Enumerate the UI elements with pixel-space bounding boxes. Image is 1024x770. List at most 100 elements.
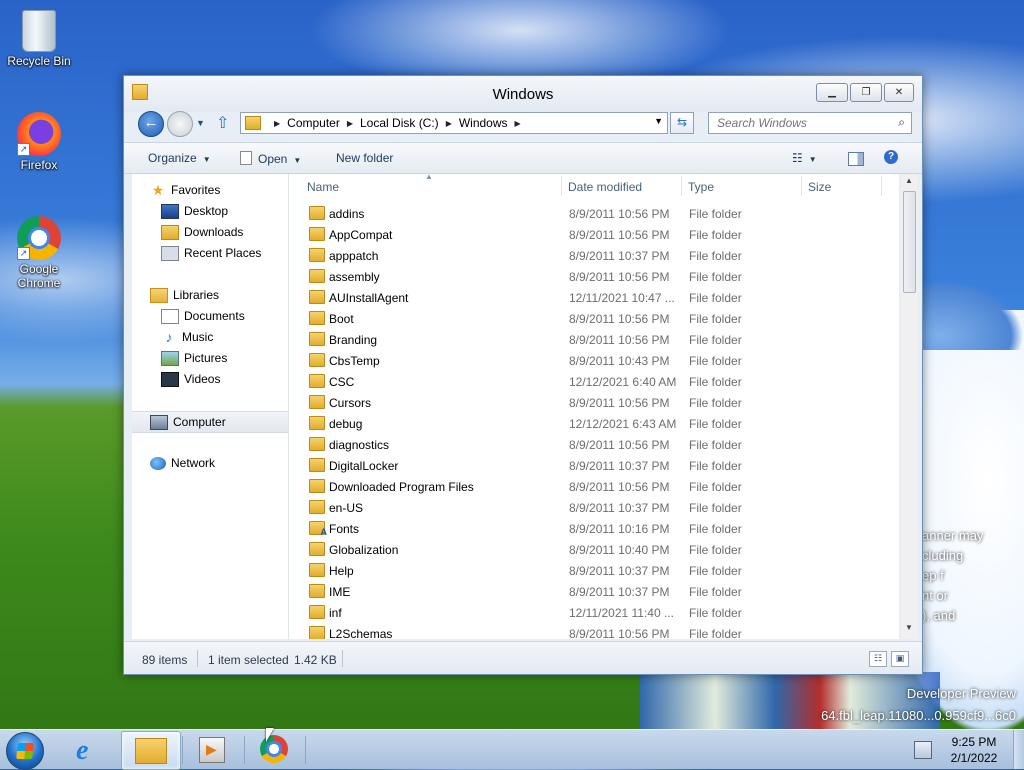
- up-arrow-icon[interactable]: ⇧: [216, 113, 229, 133]
- recent-pages-dropdown[interactable]: ▼: [196, 118, 205, 128]
- breadcrumb-computer[interactable]: Computer: [287, 116, 340, 130]
- maximize-button[interactable]: ❐: [850, 83, 882, 102]
- file-row[interactable]: Boot 8/9/2011 10:56 PM File folder: [289, 308, 879, 329]
- change-view-button[interactable]: ☷ ▼: [792, 151, 817, 165]
- nav-downloads[interactable]: Downloads: [161, 222, 288, 242]
- title-bar[interactable]: Windows ▁ ❐ ✕: [124, 76, 922, 112]
- file-type: File folder: [689, 501, 742, 515]
- column-divider[interactable]: [681, 176, 682, 196]
- nav-documents[interactable]: Documents: [161, 306, 288, 326]
- media-player-icon: [199, 737, 225, 763]
- nav-computer[interactable]: Computer: [132, 411, 288, 433]
- action-center-flag-icon[interactable]: [914, 741, 932, 759]
- file-type: File folder: [689, 522, 742, 536]
- file-row[interactable]: debug 12/12/2021 6:43 AM File folder: [289, 413, 879, 434]
- file-row[interactable]: AUInstallAgent 12/11/2021 10:47 ... File f…: [289, 287, 879, 308]
- star-icon: ★: [151, 182, 165, 198]
- desktop-icon-recycle-bin[interactable]: Recycle Bin: [1, 6, 77, 68]
- taskbar-windows-explorer[interactable]: [121, 731, 181, 770]
- file-row[interactable]: addins 8/9/2011 10:56 PM File folder: [289, 203, 879, 224]
- column-header-size[interactable]: Size: [808, 180, 831, 194]
- system-clock[interactable]: 9:25 PM 2/1/2022: [936, 734, 1012, 766]
- breadcrumb-windows[interactable]: Windows: [459, 116, 508, 130]
- desktop-icon-chrome[interactable]: ↗ Google Chrome: [1, 216, 77, 290]
- folder-icon: [309, 458, 325, 472]
- nav-libraries[interactable]: Libraries: [150, 285, 288, 305]
- column-header-name[interactable]: Name: [307, 180, 339, 194]
- help-icon[interactable]: ?: [884, 150, 898, 164]
- nav-pictures[interactable]: Pictures: [161, 348, 288, 368]
- file-type: File folder: [689, 207, 742, 221]
- search-input[interactable]: [715, 115, 889, 131]
- vertical-scrollbar[interactable]: ▲ ▼: [901, 174, 917, 639]
- breadcrumb-separator-icon[interactable]: ▶: [347, 119, 353, 128]
- taskbar-chrome[interactable]: [246, 731, 304, 768]
- file-name: DigitalLocker: [329, 459, 399, 473]
- show-desktop-button[interactable]: [1013, 730, 1024, 769]
- search-box[interactable]: ⌕: [708, 112, 912, 134]
- forward-button[interactable]: [167, 111, 193, 137]
- file-row[interactable]: Help 8/9/2011 10:37 PM File folder: [289, 560, 879, 581]
- file-type: File folder: [689, 396, 742, 410]
- videos-icon: [161, 371, 179, 387]
- file-type: File folder: [689, 585, 742, 599]
- new-folder-button[interactable]: New folder: [336, 151, 393, 165]
- open-button[interactable]: Open ▼: [240, 151, 301, 166]
- file-row[interactable]: CbsTemp 8/9/2011 10:43 PM File folder: [289, 350, 879, 371]
- file-row[interactable]: DigitalLocker 8/9/2011 10:37 PM File folde…: [289, 455, 879, 476]
- file-row[interactable]: Fonts 8/9/2011 10:16 PM File folder: [289, 518, 879, 539]
- file-row[interactable]: en-US 8/9/2011 10:37 PM File folder: [289, 497, 879, 518]
- file-row[interactable]: L2Schemas 8/9/2011 10:56 PM File folder: [289, 623, 879, 639]
- breadcrumb-separator-icon[interactable]: ▶: [446, 119, 452, 128]
- file-row[interactable]: Downloaded Program Files 8/9/2011 10:56 P…: [289, 476, 879, 497]
- preview-pane-icon[interactable]: [848, 152, 864, 166]
- file-row[interactable]: diagnostics 8/9/2011 10:56 PM File folder: [289, 434, 879, 455]
- scroll-up-arrow-icon[interactable]: ▲: [901, 176, 917, 190]
- scroll-down-arrow-icon[interactable]: ▼: [901, 623, 917, 637]
- nav-network[interactable]: Network: [150, 453, 288, 473]
- breadcrumb-local-disk[interactable]: Local Disk (C:): [360, 116, 439, 130]
- chevron-down-icon: ▼: [202, 155, 211, 164]
- file-row[interactable]: AppCompat 8/9/2011 10:56 PM File folder: [289, 224, 879, 245]
- search-icon[interactable]: ⌕: [898, 115, 905, 130]
- back-button[interactable]: ←: [138, 111, 164, 137]
- column-divider[interactable]: [561, 176, 562, 196]
- file-row[interactable]: apppatch 8/9/2011 10:37 PM File folder: [289, 245, 879, 266]
- file-name: Help: [329, 564, 354, 578]
- refresh-button[interactable]: ⇆: [670, 112, 694, 134]
- column-header-type[interactable]: Type: [688, 180, 714, 194]
- file-row[interactable]: assembly 8/9/2011 10:56 PM File folder: [289, 266, 879, 287]
- nav-videos[interactable]: Videos: [161, 369, 288, 389]
- file-row[interactable]: CSC 12/12/2021 6:40 AM File folder: [289, 371, 879, 392]
- details-view-icon[interactable]: ☷: [869, 651, 887, 667]
- sort-ascending-icon: ▲: [425, 174, 433, 181]
- build-watermark-line1: Developer Preview: [906, 686, 1016, 701]
- breadcrumb-separator-icon[interactable]: ▶: [274, 119, 280, 128]
- file-row[interactable]: IME 8/9/2011 10:37 PM File folder: [289, 581, 879, 602]
- file-row[interactable]: inf 12/11/2021 11:40 ... File folder: [289, 602, 879, 623]
- minimize-button[interactable]: ▁: [816, 83, 848, 102]
- file-row[interactable]: Cursors 8/9/2011 10:56 PM File folder: [289, 392, 879, 413]
- nav-recent-places[interactable]: Recent Places: [161, 243, 288, 263]
- column-header-date-modified[interactable]: Date modified: [568, 180, 642, 194]
- scroll-thumb[interactable]: [903, 191, 916, 293]
- taskbar-media-player[interactable]: [183, 731, 241, 768]
- nav-music[interactable]: ♪ Music: [161, 327, 288, 347]
- file-type: File folder: [689, 270, 742, 284]
- network-icon: [150, 456, 166, 470]
- file-row[interactable]: Globalization 8/9/2011 10:40 PM File folde…: [289, 539, 879, 560]
- organize-button[interactable]: Organize ▼: [148, 151, 211, 165]
- address-dropdown-icon[interactable]: ▼: [654, 116, 663, 126]
- address-bar[interactable]: ▶ Computer ▶ Local Disk (C:) ▶ Windows ▶…: [240, 112, 668, 134]
- close-button[interactable]: ✕: [884, 83, 914, 102]
- desktop-icon-firefox[interactable]: ↗ Firefox: [1, 112, 77, 172]
- large-icons-view-icon[interactable]: ▣: [891, 651, 909, 667]
- column-divider[interactable]: [881, 176, 882, 196]
- nav-favorites[interactable]: ★ Favorites: [150, 180, 288, 200]
- file-row[interactable]: Branding 8/9/2011 10:56 PM File folder: [289, 329, 879, 350]
- nav-desktop[interactable]: Desktop: [161, 201, 288, 221]
- start-button[interactable]: [6, 732, 44, 770]
- column-divider[interactable]: [801, 176, 802, 196]
- breadcrumb-separator-icon[interactable]: ▶: [515, 119, 521, 128]
- taskbar-internet-explorer[interactable]: e: [60, 731, 118, 768]
